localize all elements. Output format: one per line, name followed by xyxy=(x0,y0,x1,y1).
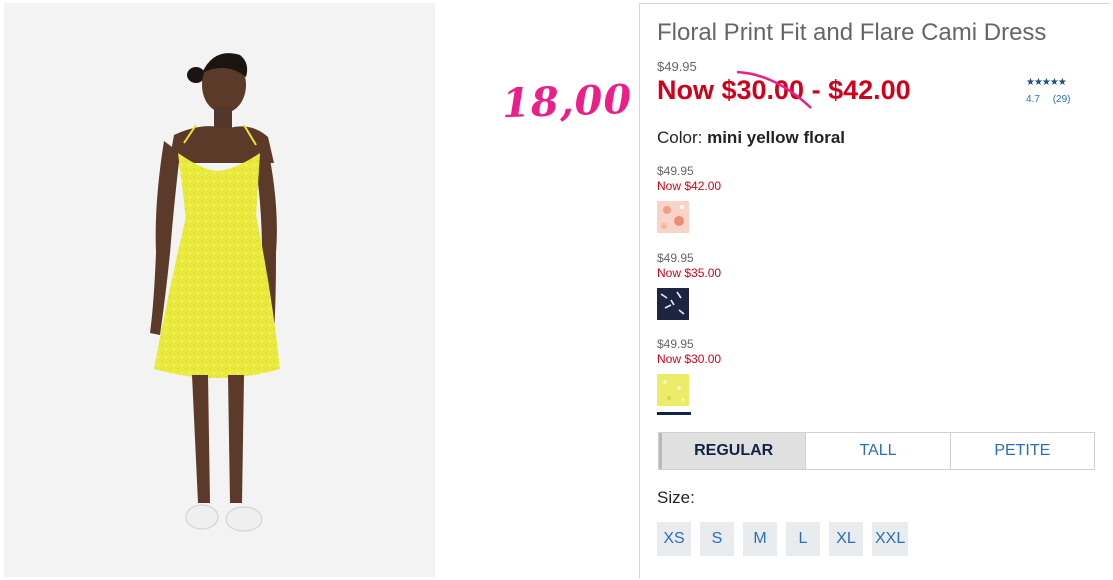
product-page: 18,00 Floral Print Fit and Flare Cami Dr… xyxy=(0,0,1113,580)
color-selection: Color: mini yellow floral xyxy=(657,128,845,148)
tab-regular[interactable]: REGULAR xyxy=(659,433,807,469)
size-m-button[interactable]: M xyxy=(743,522,777,556)
tab-tall[interactable]: TALL xyxy=(806,433,951,469)
size-xl-button[interactable]: XL xyxy=(829,522,863,556)
size-options: XS S M L XL XXL xyxy=(657,522,917,556)
yellow-floral-swatch[interactable] xyxy=(657,374,689,406)
size-l-button[interactable]: L xyxy=(786,522,820,556)
product-photo xyxy=(4,3,435,577)
swatch-sale-price: Now $35.00 xyxy=(657,266,722,280)
swatch-sale-price: Now $42.00 xyxy=(657,179,722,193)
handwritten-price-annotation: 18,00 xyxy=(501,75,634,128)
swatch-option-selected: $49.95 Now $30.00 xyxy=(657,337,777,415)
product-title: Floral Print Fit and Flare Cami Dress xyxy=(657,19,1047,46)
star-rating-icon: ★★★★★ xyxy=(1026,77,1067,88)
swatch-option: $49.95 Now $42.00 xyxy=(657,164,777,233)
selected-swatch-indicator xyxy=(657,412,691,415)
size-xs-button[interactable]: XS xyxy=(657,522,691,556)
color-label: Color: xyxy=(657,128,703,147)
sale-price: Now $30.00 - $42.00 xyxy=(657,75,911,105)
rating-meta: 4.7 (29) xyxy=(1026,94,1086,105)
product-details-panel: Floral Print Fit and Flare Cami Dress $4… xyxy=(639,3,1110,578)
swatch-original-price: $49.95 xyxy=(657,164,694,178)
tab-petite[interactable]: PETITE xyxy=(951,433,1094,469)
rating-value: 4.7 xyxy=(1026,94,1040,105)
rating-widget[interactable]: ★★★★★ 4.7 (29) xyxy=(1026,77,1086,106)
review-count-link[interactable]: (29) xyxy=(1053,94,1071,105)
size-s-button[interactable]: S xyxy=(700,522,734,556)
size-label: Size: xyxy=(657,488,695,507)
swatch-sale-price: Now $30.00 xyxy=(657,352,722,366)
navy-floral-swatch[interactable] xyxy=(657,288,689,320)
original-price: $49.95 xyxy=(657,59,697,74)
swatch-original-price: $49.95 xyxy=(657,337,694,351)
swatch-option: $49.95 Now $35.00 xyxy=(657,251,777,320)
swatch-original-price: $49.95 xyxy=(657,251,694,265)
size-xxl-button[interactable]: XXL xyxy=(872,522,909,556)
fit-tabs: REGULAR TALL PETITE xyxy=(658,432,1095,470)
color-value: mini yellow floral xyxy=(707,128,846,147)
pink-floral-swatch[interactable] xyxy=(657,201,689,233)
